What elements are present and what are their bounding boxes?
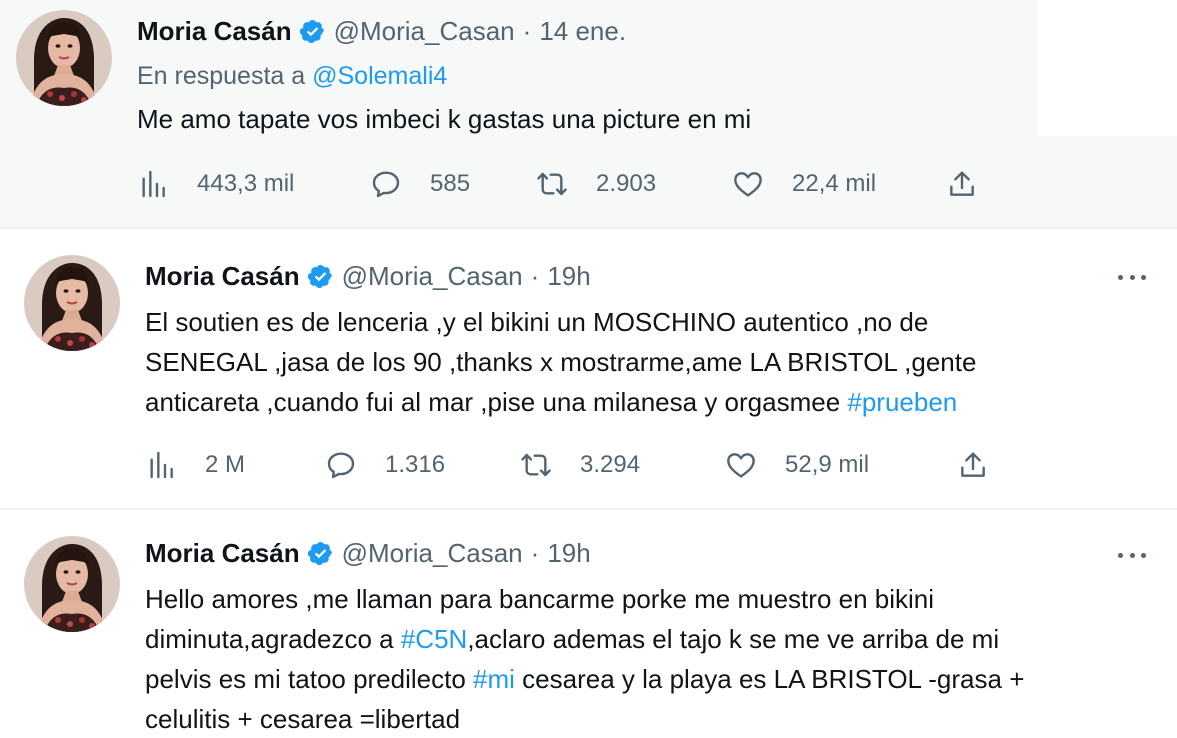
like-button[interactable]: 22,4 mil xyxy=(732,166,876,202)
retweet-button[interactable]: 2.903 xyxy=(536,166,656,202)
tweet-text: El soutien es de lenceria ,y el bikini u… xyxy=(145,302,1145,422)
author-name[interactable]: Moria Casán xyxy=(145,538,300,569)
tweet-text-line: pelvis es mi tatoo predilecto #mi cesare… xyxy=(145,659,1155,699)
text-segment: diminuta,agradezco a xyxy=(145,624,401,654)
text-segment: celulitis + cesarea =libertad xyxy=(145,704,461,734)
share-icon xyxy=(946,168,978,200)
text-segment: cesarea y la playa es LA BRISTOL -grasa … xyxy=(514,664,1025,694)
share-button[interactable] xyxy=(946,166,978,202)
tweet-timestamp[interactable]: 19h xyxy=(547,538,590,569)
author-name[interactable]: Moria Casán xyxy=(137,16,292,47)
reply-prefix: En respuesta a xyxy=(137,62,306,90)
tweet-timestamp[interactable]: 14 ene. xyxy=(539,16,626,47)
tweet-text-line: celulitis + cesarea =libertad xyxy=(145,699,1155,738)
views-chart-icon xyxy=(137,168,169,200)
tweet-text-line: diminuta,agradezco a #C5N,aclaro ademas … xyxy=(145,619,1155,659)
reply-icon xyxy=(325,449,357,481)
like-count: 52,9 mil xyxy=(785,451,870,478)
text-segment: ,aclaro ademas el tajo k se me ve arriba… xyxy=(467,624,1000,654)
verified-badge-icon xyxy=(307,540,334,567)
tweet-text-line: Hello amores ,me llaman para bancarme po… xyxy=(145,579,1155,619)
text-segment: Hello amores ,me llaman para bancarme po… xyxy=(145,584,935,614)
tweet-text-line: Me amo tapate vos imbeci k gastas una pi… xyxy=(137,99,751,139)
tweet-text: Me amo tapate vos imbeci k gastas una pi… xyxy=(137,99,751,139)
more-icon[interactable] xyxy=(1116,545,1148,565)
more-icon[interactable] xyxy=(1116,267,1148,287)
tweet-text-line: El soutien es de lenceria ,y el bikini u… xyxy=(145,302,1145,342)
text-segment: Me amo tapate vos imbeci k gastas una pi… xyxy=(137,104,752,134)
hashtag-link[interactable]: #prueben xyxy=(847,387,957,417)
like-count: 22,4 mil xyxy=(792,170,877,197)
tweet-header: Moria Casán @Moria_Casan · 19h xyxy=(145,538,591,569)
like-button[interactable]: 52,9 mil xyxy=(725,447,869,483)
retweet-button[interactable]: 3.294 xyxy=(520,447,640,483)
text-segment: anticareta ,cuando fui al mar ,pise una … xyxy=(145,387,848,417)
reply-count: 1.316 xyxy=(385,451,446,478)
text-segment: El soutien es de lenceria ,y el bikini u… xyxy=(145,307,929,337)
retweet-icon xyxy=(520,449,552,481)
retweet-count: 3.294 xyxy=(580,451,641,478)
reply-context: En respuesta a @Solemali4 xyxy=(137,62,447,91)
image-crop-area xyxy=(1037,0,1177,136)
reply-count: 585 xyxy=(430,170,471,197)
author-handle[interactable]: @Moria_Casan xyxy=(334,16,515,47)
views-count: 2 M xyxy=(205,451,246,478)
avatar[interactable] xyxy=(24,255,120,351)
views-chart-icon xyxy=(145,449,177,481)
retweet-count: 2.903 xyxy=(596,170,657,197)
verified-badge-icon xyxy=(299,18,326,45)
reply-button[interactable]: 1.316 xyxy=(325,447,445,483)
avatar[interactable] xyxy=(16,10,112,106)
heart-icon xyxy=(732,168,764,200)
tweet-timestamp[interactable]: 19h xyxy=(547,261,590,292)
views-count: 443,3 mil xyxy=(197,170,295,197)
tweet-text: Hello amores ,me llaman para bancarme po… xyxy=(145,579,1155,738)
tweet-header: Moria Casán @Moria_Casan · 19h xyxy=(145,261,591,292)
reply-button[interactable]: 585 xyxy=(370,166,470,202)
avatar[interactable] xyxy=(24,536,120,632)
tweet-text-line: anticareta ,cuando fui al mar ,pise una … xyxy=(145,382,1145,422)
share-button[interactable] xyxy=(957,447,989,483)
verified-badge-icon xyxy=(307,263,334,290)
tweet[interactable]: Moria Casán @Moria_Casan · 19h Hello amo… xyxy=(0,508,1177,738)
tweet-text-line: SENEGAL ,jasa de los 90 ,thanks x mostra… xyxy=(145,342,1145,382)
retweet-icon xyxy=(536,168,568,200)
author-handle[interactable]: @Moria_Casan xyxy=(342,261,523,292)
tweet-header: Moria Casán @Moria_Casan · 14 ene. xyxy=(137,16,626,47)
separator-dot: · xyxy=(522,16,532,46)
reply-icon xyxy=(370,168,402,200)
separator-dot: · xyxy=(530,538,540,568)
author-name[interactable]: Moria Casán xyxy=(145,261,300,292)
heart-icon xyxy=(725,449,757,481)
text-segment: pelvis es mi tatoo predilecto xyxy=(145,664,474,694)
author-handle[interactable]: @Moria_Casan xyxy=(342,538,523,569)
reply-mention-link[interactable]: @Solemali4 xyxy=(312,62,447,90)
text-segment: SENEGAL ,jasa de los 90 ,thanks x mostra… xyxy=(145,347,977,377)
share-icon xyxy=(957,449,989,481)
tweet-reply[interactable]: Moria Casán @Moria_Casan · 14 ene. En re… xyxy=(0,0,1177,227)
hashtag-link[interactable]: #C5N xyxy=(401,624,467,654)
separator-dot: · xyxy=(530,261,540,291)
views-button[interactable]: 443,3 mil xyxy=(137,166,294,202)
hashtag-link[interactable]: #mi xyxy=(473,664,515,694)
tweet[interactable]: Moria Casán @Moria_Casan · 19h El soutie… xyxy=(0,227,1177,508)
views-button[interactable]: 2 M xyxy=(145,447,245,483)
